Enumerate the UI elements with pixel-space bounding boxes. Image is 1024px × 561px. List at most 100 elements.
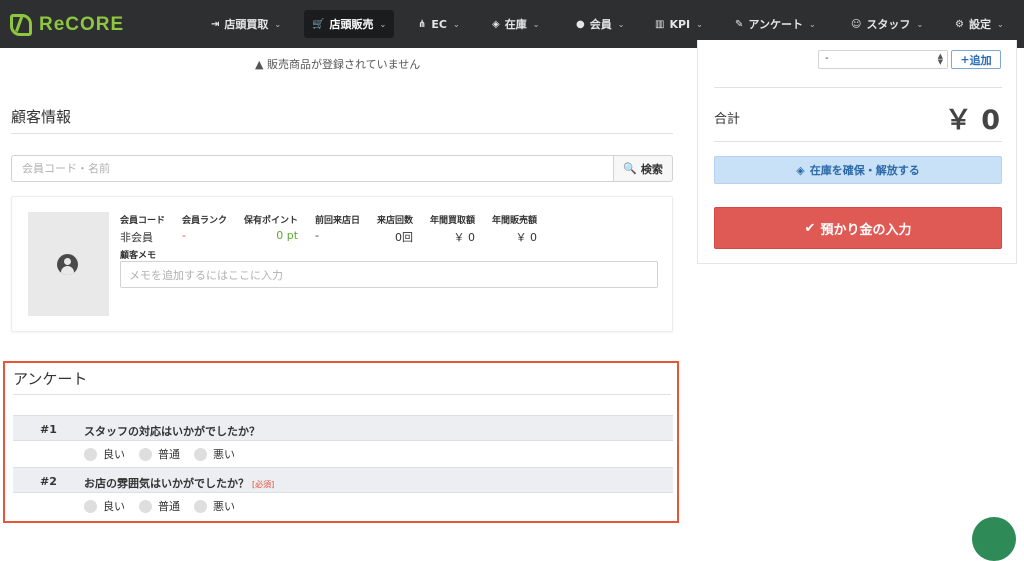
radio-button[interactable] [194, 499, 207, 513]
question-text: お店の雰囲気はいかがでしたか？ [必須] [84, 477, 275, 490]
panel-divider [714, 141, 1002, 142]
empty-message-text: 販売商品が登録されていません [266, 58, 421, 71]
deposit-input-button[interactable]: ✔ 預かり金の入力 [714, 207, 1002, 249]
survey-title: アンケート [13, 370, 88, 388]
stat-annual-sales: 年間販売額 ￥ 0 [492, 216, 538, 244]
deposit-button-label: 預かり金の入力 [820, 222, 912, 238]
gear-icon: ⚙ [955, 18, 964, 30]
add-button[interactable]: + 追加 [951, 50, 1001, 69]
radio-button[interactable] [139, 499, 152, 513]
survey-options: 良い 普通 悪い [84, 497, 249, 515]
nav-item-purchase[interactable]: ⇥ 店頭買取 ⌄ [203, 10, 289, 38]
survey-option[interactable]: 良い [84, 498, 125, 514]
stock-reserve-button[interactable]: ◈ 在庫を確保・解放する [714, 156, 1002, 184]
nav-item-kpi[interactable]: ▥ KPI ⌄ [647, 10, 711, 38]
avatar [28, 212, 109, 316]
cart-icon: 🛒 [312, 18, 325, 30]
stat-member-code: 会員コード 非会員 [120, 216, 166, 244]
brand-name: ReCORE [39, 14, 125, 35]
nav-item-ec[interactable]: ⋔ EC ⌄ [410, 10, 468, 38]
sales-empty-message: ▲ 販売商品が登録されていません [255, 56, 420, 72]
chevron-down-icon: ⌄ [916, 19, 924, 29]
nav-label: 在庫 [504, 18, 527, 31]
add-button-label: 追加 [969, 53, 992, 67]
nav-item-survey[interactable]: ✎ アンケート ⌄ [727, 10, 824, 38]
sign-in-icon: ⇥ [211, 18, 220, 30]
survey-option[interactable]: 普通 [139, 498, 180, 514]
nav-label: 会員 [589, 18, 612, 31]
panel-divider [714, 87, 1002, 88]
nav-label: アンケート [748, 18, 803, 31]
survey-option[interactable]: 良い [84, 446, 125, 462]
customer-memo-input[interactable] [120, 261, 658, 288]
nav-item-sales[interactable]: 🛒 店頭販売 ⌄ [304, 10, 395, 38]
customer-section-title: 顧客情報 [11, 108, 72, 126]
leaf-logo-icon [10, 14, 32, 36]
warning-icon: ▲ [255, 58, 264, 71]
survey-option[interactable]: 悪い [194, 446, 235, 462]
nav-label: スタッフ [866, 18, 911, 31]
chevron-down-icon: ⌄ [996, 19, 1004, 29]
radio-button[interactable] [139, 447, 152, 461]
brand-logo[interactable]: ReCORE [10, 12, 124, 38]
stat-annual-purchase: 年間買取額 ￥ 0 [430, 216, 476, 244]
bar-chart-icon: ▥ [655, 18, 665, 30]
stat-member-rank: 会員ランク - [182, 216, 228, 242]
nav-label: KPI [669, 17, 691, 31]
chevron-down-icon: ⌄ [379, 19, 387, 29]
nav-label: 店頭買取 [224, 18, 269, 31]
question-number: #1 [40, 423, 57, 436]
survey-question-row: #1 スタッフの対応はいかがでしたか？ [13, 415, 673, 441]
user-circle-icon [57, 254, 78, 275]
search-button-label: 検索 [640, 162, 663, 176]
chevron-down-icon: ⌄ [617, 19, 625, 29]
chevron-down-icon: ⌄ [532, 19, 540, 29]
nav-item-staff[interactable]: ☺ スタッフ ⌄ [843, 10, 931, 38]
select-value: - [825, 53, 829, 64]
user-icon: ● [576, 18, 585, 30]
survey-question-row: #2 お店の雰囲気はいかがでしたか？ [必須] [13, 467, 673, 493]
edit-icon: ✎ [735, 18, 744, 30]
staff-user-icon: ☺ [851, 18, 862, 30]
survey-section: アンケート #1 スタッフの対応はいかがでしたか？ 良い 普通 悪い #2 お店… [3, 361, 679, 523]
customer-card: 会員コード 非会員 会員ランク - 保有ポイント 0 pt 前回来店日 - 来店… [11, 196, 673, 332]
radio-button[interactable] [84, 499, 97, 513]
nav-label: 店頭販売 [329, 18, 374, 31]
survey-options: 良い 普通 悪い [84, 445, 249, 463]
search-icon: 🔍 [623, 162, 637, 175]
select-arrows-icon: ▲ ▼ [937, 52, 943, 66]
survey-option[interactable]: 悪い [194, 498, 235, 514]
check-icon: ✔ [804, 220, 816, 236]
stat-points: 保有ポイント 0 pt [244, 216, 299, 242]
survey-divider [13, 394, 671, 395]
stock-button-label: 在庫を確保・解放する [809, 164, 920, 177]
nav-item-members[interactable]: ● 会員 ⌄ [568, 10, 632, 38]
required-badge: [必須] [252, 480, 275, 489]
search-button[interactable]: 🔍 検索 [613, 155, 673, 182]
radio-button[interactable] [194, 447, 207, 461]
section-divider [11, 133, 673, 134]
item-select[interactable]: - ▲ ▼ [818, 50, 948, 69]
memo-label: 顧客メモ [120, 251, 157, 261]
survey-option[interactable]: 普通 [139, 446, 180, 462]
sitemap-icon: ⋔ [418, 18, 427, 30]
radio-button[interactable] [84, 447, 97, 461]
chevron-down-icon: ⌄ [274, 19, 282, 29]
question-text: スタッフの対応はいかがでしたか？ [84, 425, 260, 438]
stat-last-visit: 前回来店日 - [315, 216, 361, 242]
nav-item-stock[interactable]: ◈ 在庫 ⌄ [484, 10, 547, 38]
cubes-icon: ◈ [492, 18, 500, 30]
question-number: #2 [40, 475, 57, 488]
chevron-down-icon: ⌄ [452, 19, 460, 29]
chevron-down-icon: ⌄ [808, 19, 816, 29]
checkout-panel: - ▲ ▼ + 追加 合計 ￥ 0 ◈ 在庫を確保・解放する ✔ 預かり金の入力 [697, 40, 1017, 264]
chevron-down-icon: ⌄ [696, 19, 703, 29]
stat-visit-count: 来店回数 0回 [377, 216, 414, 244]
nav-label: 設定 [968, 18, 991, 31]
nav-item-settings[interactable]: ⚙ 設定 ⌄ [947, 10, 1012, 38]
nav-label: EC [431, 17, 447, 31]
chat-widget-button[interactable] [972, 517, 1016, 561]
customer-search-input[interactable] [11, 155, 613, 182]
cubes-icon: ◈ [796, 163, 805, 177]
total-value: ￥ 0 [944, 105, 1000, 136]
